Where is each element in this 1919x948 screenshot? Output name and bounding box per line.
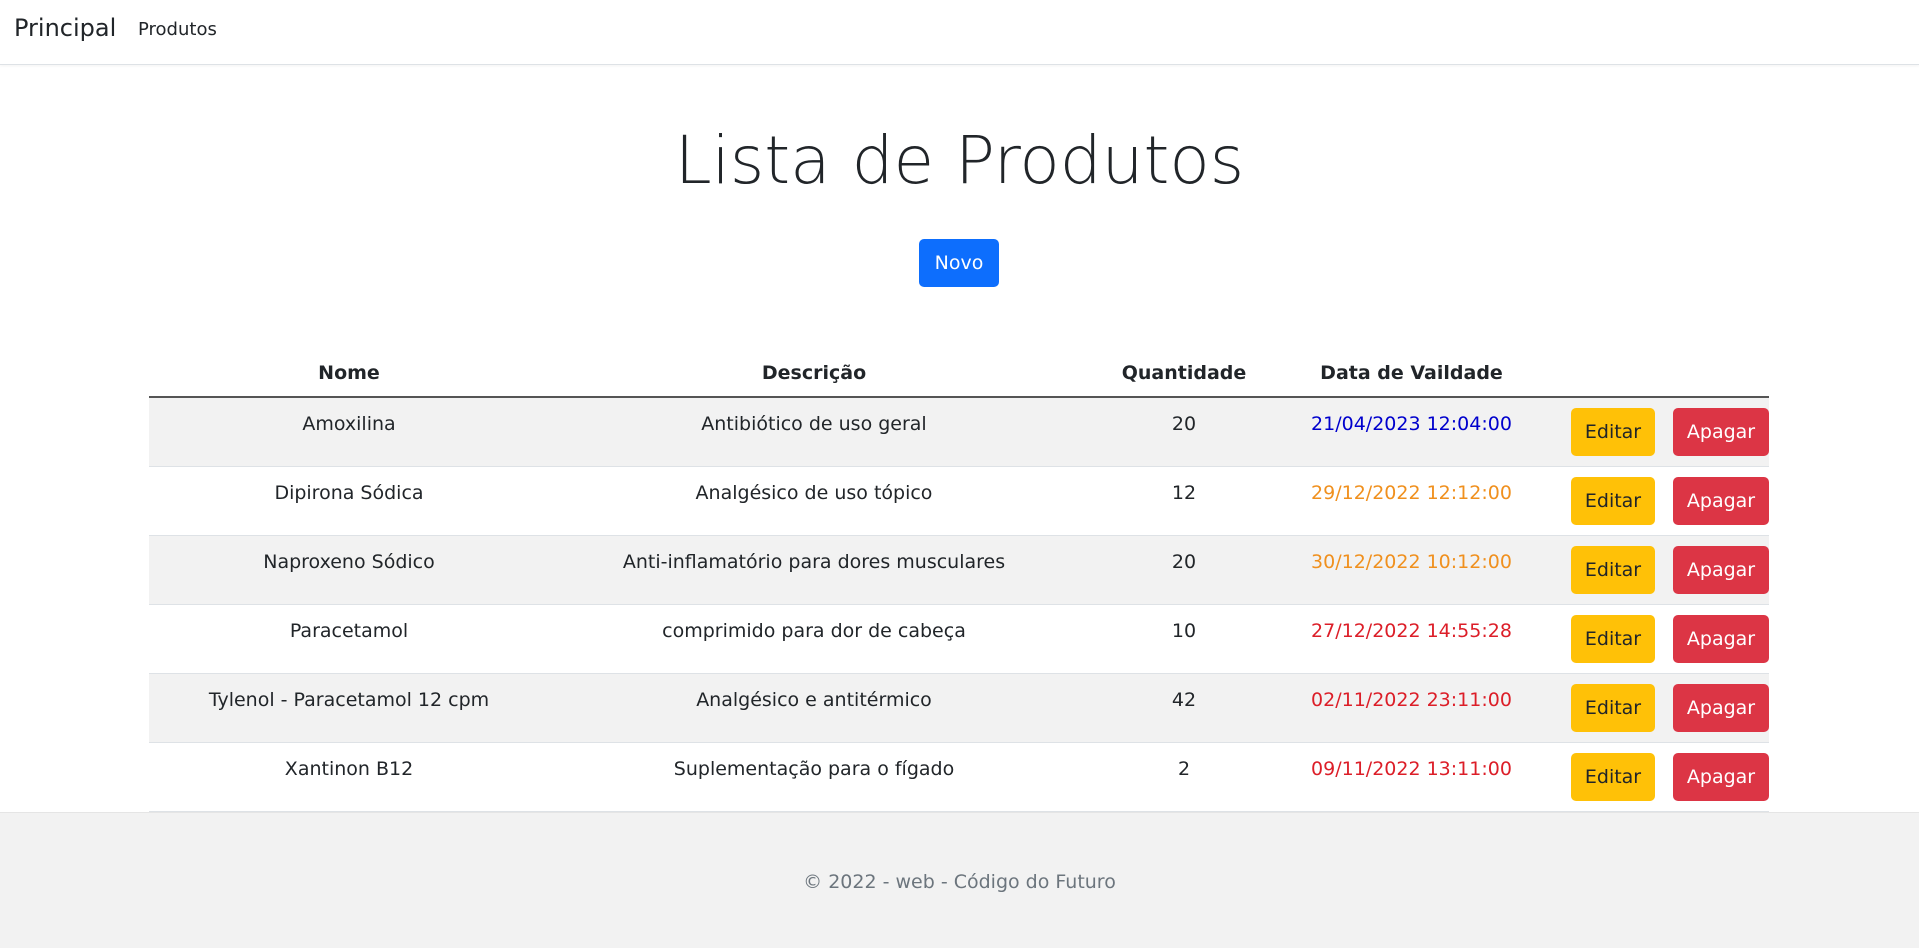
- table-header: Nome Descrição Quantidade Data de Vailda…: [149, 350, 1769, 398]
- edit-button[interactable]: Editar: [1571, 477, 1655, 525]
- table-body: Amoxilina Antibiótico de uso geral 20 21/04…: [149, 397, 1769, 812]
- row-actions: Editar Apagar: [1534, 742, 1769, 812]
- delete-button[interactable]: Apagar: [1673, 753, 1769, 801]
- cell-nome: Amoxilina: [149, 397, 549, 467]
- table-row: Xantinon B12 Suplementação para o fígado 2…: [149, 742, 1769, 812]
- cell-nome: Xantinon B12: [149, 742, 549, 812]
- delete-button[interactable]: Apagar: [1673, 615, 1769, 663]
- table-row: Dipirona Sódica Analgésico de uso tópico 1…: [149, 466, 1769, 536]
- table-row: Tylenol - Paracetamol 12 cpm Analgésico e…: [149, 673, 1769, 743]
- row-actions: Editar Apagar: [1534, 673, 1769, 743]
- products-table-container: Nome Descrição Quantidade Data de Vailda…: [149, 350, 1769, 812]
- cell-data-validade: 29/12/2022 12:12:00: [1289, 466, 1534, 536]
- cell-descricao: Anti-inflamatório para dores musculares: [549, 535, 1079, 605]
- cell-descricao: comprimido para dor de cabeça: [549, 604, 1079, 674]
- cell-data-validade: 21/04/2023 12:04:00: [1289, 397, 1534, 467]
- edit-button[interactable]: Editar: [1571, 684, 1655, 732]
- page-title: Lista de Produtos: [674, 122, 1245, 199]
- cell-nome: Tylenol - Paracetamol 12 cpm: [149, 673, 549, 743]
- cell-data-validade: 27/12/2022 14:55:28: [1289, 604, 1534, 674]
- cell-quantidade: 12: [1079, 466, 1289, 536]
- table-header-row: Nome Descrição Quantidade Data de Vailda…: [149, 350, 1769, 398]
- cell-quantidade: 10: [1079, 604, 1289, 674]
- cell-descricao: Suplementação para o fígado: [549, 742, 1079, 812]
- edit-button[interactable]: Editar: [1571, 546, 1655, 594]
- header-actions: [1534, 350, 1769, 398]
- edit-button[interactable]: Editar: [1571, 753, 1655, 801]
- row-actions: Editar Apagar: [1534, 397, 1769, 467]
- table-row: Paracetamol comprimido para dor de cabeça…: [149, 604, 1769, 674]
- delete-button[interactable]: Apagar: [1673, 408, 1769, 456]
- cell-data-validade: 30/12/2022 10:12:00: [1289, 535, 1534, 605]
- cell-descricao: Analgésico e antitérmico: [549, 673, 1079, 743]
- header-descricao: Descrição: [549, 350, 1079, 398]
- footer: © 2022 - web - Código do Futuro: [0, 812, 1919, 948]
- cell-nome: Dipirona Sódica: [149, 466, 549, 536]
- header-data-validade: Data de Vaildade: [1289, 350, 1534, 398]
- header-nome: Nome: [149, 350, 549, 398]
- new-product-button[interactable]: Novo: [919, 239, 999, 287]
- row-actions: Editar Apagar: [1534, 604, 1769, 674]
- cell-descricao: Analgésico de uso tópico: [549, 466, 1079, 536]
- delete-button[interactable]: Apagar: [1673, 546, 1769, 594]
- cell-quantidade: 20: [1079, 397, 1289, 467]
- row-actions: Editar Apagar: [1534, 535, 1769, 605]
- nav-link-produtos[interactable]: Produtos: [138, 19, 217, 40]
- products-table: Nome Descrição Quantidade Data de Vailda…: [149, 350, 1769, 812]
- table-row: Naproxeno Sódico Anti-inflamatório para d…: [149, 535, 1769, 605]
- cell-data-validade: 02/11/2022 23:11:00: [1289, 673, 1534, 743]
- navbar-brand[interactable]: Principal: [14, 14, 116, 42]
- table-row: Amoxilina Antibiótico de uso geral 20 21/04…: [149, 397, 1769, 467]
- cell-nome: Paracetamol: [149, 604, 549, 674]
- cell-quantidade: 42: [1079, 673, 1289, 743]
- cell-data-validade: 09/11/2022 13:11:00: [1289, 742, 1534, 812]
- header-quantidade: Quantidade: [1079, 350, 1289, 398]
- cell-descricao: Antibiótico de uso geral: [549, 397, 1079, 467]
- edit-button[interactable]: Editar: [1571, 615, 1655, 663]
- cell-quantidade: 20: [1079, 535, 1289, 605]
- edit-button[interactable]: Editar: [1571, 408, 1655, 456]
- row-actions: Editar Apagar: [1534, 466, 1769, 536]
- cell-nome: Naproxeno Sódico: [149, 535, 549, 605]
- delete-button[interactable]: Apagar: [1673, 684, 1769, 732]
- delete-button[interactable]: Apagar: [1673, 477, 1769, 525]
- cell-quantidade: 2: [1079, 742, 1289, 812]
- footer-text: © 2022 - web - Código do Futuro: [803, 871, 1116, 893]
- top-navbar: Principal Produtos: [0, 0, 1919, 65]
